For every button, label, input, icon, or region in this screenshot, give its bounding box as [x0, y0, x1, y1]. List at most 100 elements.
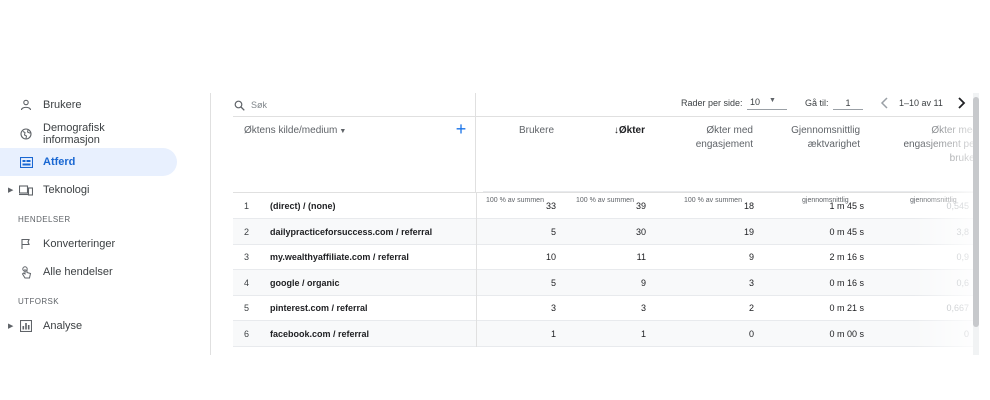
cell-users: 3: [550, 303, 556, 313]
cell-duration: 0 m 00 s: [829, 328, 864, 339]
chevron-left-icon: [880, 97, 888, 109]
rows-per-page-select[interactable]: 10 ▼: [747, 96, 787, 110]
section-heading-events: HENDELSER: [18, 215, 71, 224]
sidebar-item-label: Konverteringer: [43, 238, 116, 250]
cell-sessions: 9: [640, 277, 646, 288]
cell-duration: 0 m 21 s: [829, 303, 864, 313]
analysis-icon: [19, 319, 33, 333]
table-row[interactable]: 6 facebook.com / referral 1 1 0 0 m 00 s 0: [233, 320, 978, 347]
cell-per-user: 0,667: [946, 303, 969, 313]
row-index: 2: [244, 226, 250, 237]
row-divider: [476, 320, 477, 347]
col-header-users[interactable]: Brukere: [483, 124, 554, 138]
row-dimension: my.wealthyaffiliate.com / referral: [270, 252, 409, 262]
chevron-down-icon: ▼: [769, 97, 776, 104]
cell-duration: 2 m 16 s: [829, 252, 864, 262]
flag-icon: [19, 237, 33, 251]
cell-sessions: 39: [635, 201, 646, 211]
col-header-avg-duration[interactable]: Gjennomsnittlig æktvarighet: [763, 124, 860, 152]
next-page-button[interactable]: [954, 95, 968, 111]
search-input[interactable]: [251, 97, 451, 112]
cell-duration: 0 m 45 s: [829, 226, 864, 237]
cell-per-user: 3,8: [956, 226, 969, 237]
cell-users: 1: [550, 328, 556, 339]
cell-engaged: 18: [743, 201, 754, 211]
person-icon: [19, 98, 33, 112]
scrollbar-thumb[interactable]: [973, 97, 979, 327]
goto-page-input[interactable]: [833, 96, 863, 110]
cell-duration: 0 m 16 s: [829, 277, 864, 288]
sidebar-item-technology[interactable]: ▶ Teknologi: [0, 176, 177, 204]
table-row[interactable]: 5 pinterest.com / referral 3 3 2 0 m 21 s 0,66…: [233, 295, 978, 321]
sidebar-item-analysis[interactable]: ▶ Analyse: [0, 312, 177, 340]
cell-duration: 1 m 45 s: [829, 201, 864, 211]
add-dimension-button[interactable]: +: [453, 120, 469, 138]
cell-sessions: 11: [636, 252, 646, 262]
table-row[interactable]: 2 dailypracticeforsuccess.com / referral 5…: [233, 218, 978, 245]
rows-per-page-value: 10: [750, 97, 761, 107]
cell-sessions: 3: [640, 303, 646, 313]
expand-caret-icon[interactable]: ▶: [8, 322, 13, 330]
row-divider: [476, 244, 477, 270]
sidebar-item-behavior[interactable]: Atferd: [0, 148, 177, 176]
sidebar-item-all-events[interactable]: Alle hendelser: [0, 258, 177, 286]
col-header-sessions[interactable]: ↓Økter: [573, 124, 645, 138]
dimension-header-cell: Øktens kilde/medium ▼ +: [233, 117, 476, 193]
row-dimension: (direct) / (none): [270, 201, 336, 211]
behavior-icon: [19, 155, 33, 169]
prev-page-button[interactable]: [878, 95, 892, 111]
sidebar-item-demographics[interactable]: Demografisk informasjon: [0, 119, 177, 149]
cell-per-user: 0,6: [956, 277, 969, 288]
row-index: 4: [244, 277, 250, 288]
section-heading-explore: UTFORSK: [18, 297, 60, 306]
sidebar-item-users[interactable]: Brukere: [0, 93, 177, 119]
table-row[interactable]: 3 my.wealthyaffiliate.com / referral 10 11 9…: [233, 244, 978, 270]
col-header-engaged-sessions[interactable]: Økter med engasjement: [663, 124, 753, 152]
sidebar-item-label: Analyse: [43, 320, 83, 332]
cell-sessions: 30: [635, 226, 646, 237]
cell-users: 5: [550, 277, 556, 288]
pagination-range: 1–10 av 11: [899, 98, 943, 108]
search-box: [233, 93, 476, 117]
row-divider: [476, 269, 477, 296]
row-divider: [476, 218, 477, 245]
analytics-report-frame: Brukere Demografisk informasjon Atferd ▶…: [0, 93, 990, 355]
cell-users: 33: [545, 201, 556, 211]
row-dimension: pinterest.com / referral: [270, 303, 368, 313]
globe-icon: [19, 127, 33, 141]
row-dimension: google / organic: [270, 277, 340, 288]
touch-icon: [19, 265, 33, 279]
summary-divider: [483, 191, 978, 192]
col-header-engaged-per-user[interactable]: Økter med engasjement per bruker: [878, 124, 979, 166]
devices-icon: [19, 183, 33, 197]
search-icon: [234, 98, 246, 111]
sidebar-item-label: Alle hendelser: [43, 266, 113, 278]
row-index: 3: [244, 252, 250, 262]
expand-caret-icon[interactable]: ▶: [8, 186, 13, 194]
table-header: Øktens kilde/medium ▼ + Brukere ↓Økter Øk…: [233, 117, 979, 204]
chevron-right-icon: [958, 97, 966, 109]
cell-engaged: 0: [748, 328, 754, 339]
table-row[interactable]: 4 google / organic 5 9 3 0 m 16 s 0,6: [233, 269, 978, 296]
sidebar-item-label: Teknologi: [43, 184, 90, 196]
cell-engaged: 9: [748, 252, 754, 262]
cell-engaged: 2: [748, 303, 754, 313]
rows-per-page-label: Rader per side:: [681, 98, 743, 108]
sidebar-item-label: Brukere: [43, 99, 82, 111]
sidebar-item-conversions[interactable]: Konverteringer: [0, 230, 177, 258]
row-divider: [476, 295, 477, 321]
cell-per-user: 0: [963, 328, 969, 339]
cell-per-user: 0,545: [946, 201, 969, 211]
dimension-selector[interactable]: Øktens kilde/medium ▼: [244, 125, 346, 136]
chevron-down-icon: ▼: [339, 128, 347, 135]
row-index: 5: [244, 303, 250, 313]
goto-label: Gå til:: [805, 98, 829, 108]
cell-users: 5: [550, 226, 556, 237]
row-divider: [476, 193, 477, 219]
cell-engaged: 19: [743, 226, 754, 237]
table-toolbar: Rader per side: 10 ▼ Gå til: 1–10 av 11: [233, 93, 978, 117]
table-row[interactable]: 1 (direct) / (none) 33 39 18 1 m 45 s 0,545: [233, 193, 978, 219]
cell-engaged: 3: [748, 277, 754, 288]
row-dimension: dailypracticeforsuccess.com / referral: [270, 226, 433, 237]
vertical-scrollbar[interactable]: [973, 93, 979, 355]
